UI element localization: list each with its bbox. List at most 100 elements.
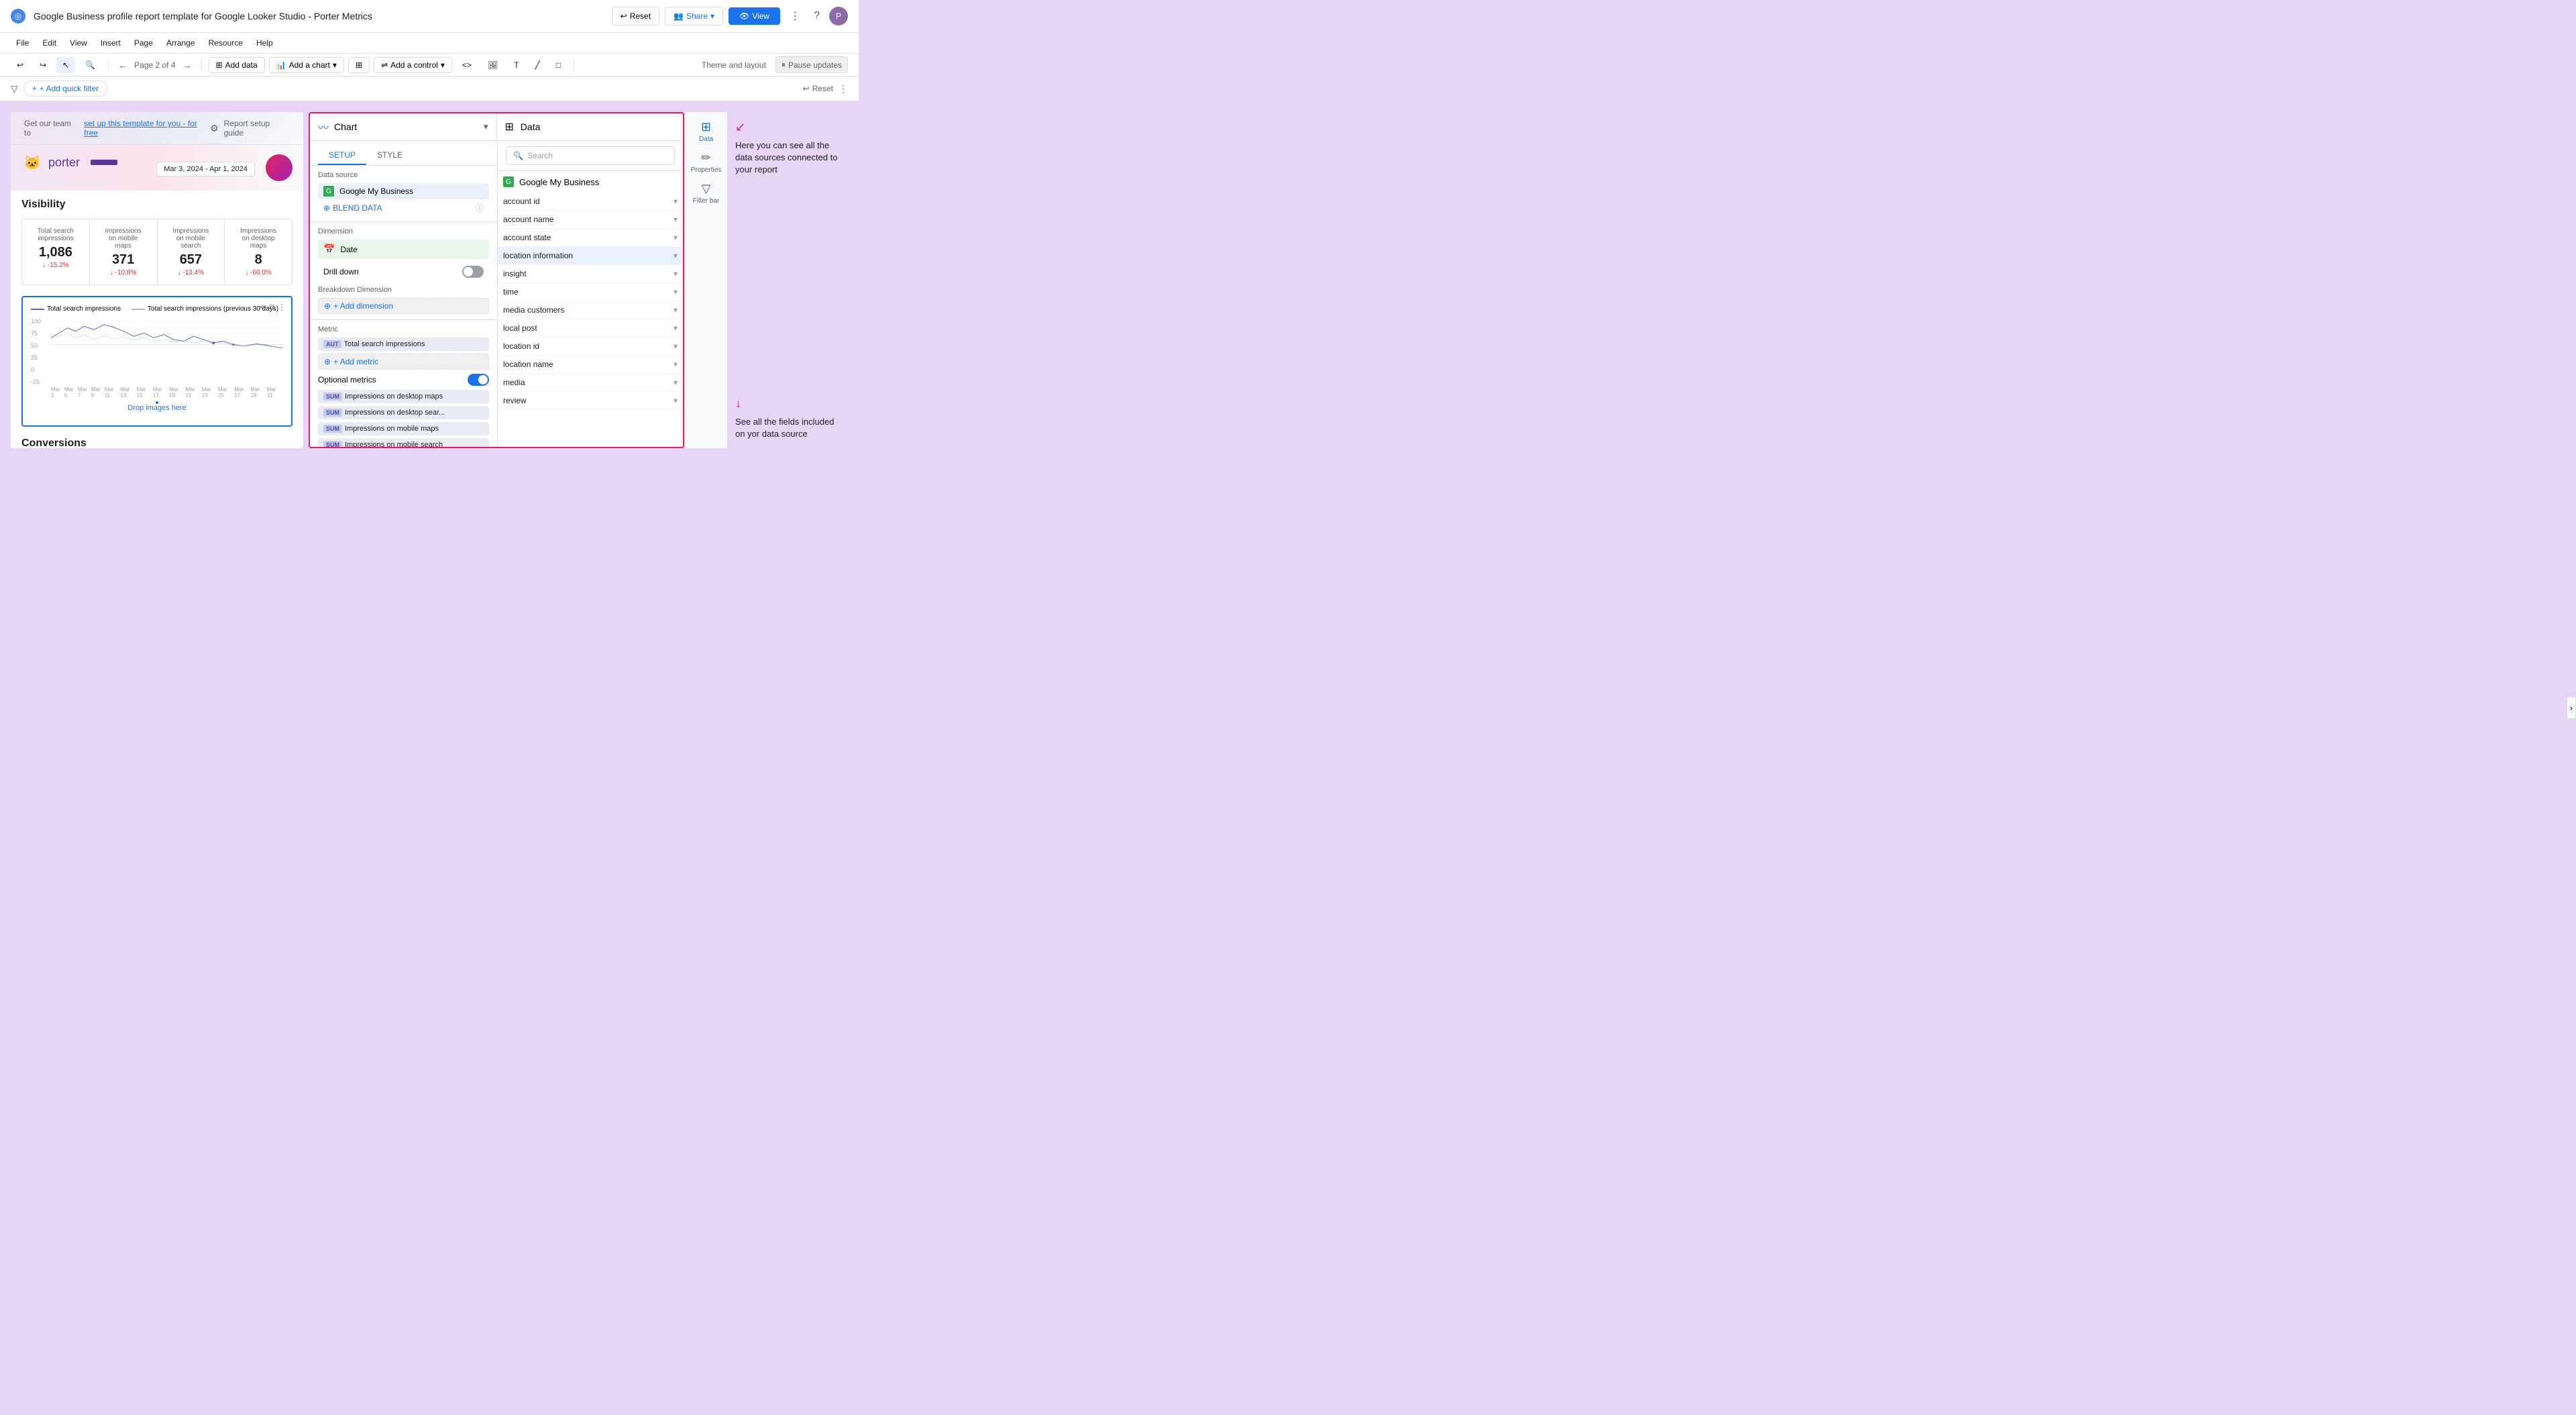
undo-button[interactable]: ↩: [11, 57, 30, 73]
field-local-post[interactable]: local post ▾: [498, 319, 683, 337]
field-media-customers[interactable]: media customers ▾: [498, 301, 683, 319]
add-filter-button[interactable]: + + Add quick filter: [23, 81, 107, 97]
add-metric-button-1[interactable]: ⊕ + Add metric: [318, 354, 489, 370]
menu-arrange[interactable]: Arrange: [161, 36, 201, 50]
metric-tag-1[interactable]: SUM Impressions on desktop maps: [318, 390, 489, 403]
menu-edit[interactable]: Edit: [37, 36, 62, 50]
metric-tag-sum-3: SUM: [323, 425, 342, 433]
tab-style[interactable]: STYLE: [366, 146, 413, 165]
blend-data-button[interactable]: ⊕ BLEND DATA ⓘ: [318, 199, 489, 216]
setup-link[interactable]: set up this template for you - for free: [84, 119, 210, 138]
side-filter-button[interactable]: ▽ Filter bar: [690, 179, 722, 207]
metric-tag-2[interactable]: SUM Impressions on desktop sear...: [318, 406, 489, 419]
metric-tag-4[interactable]: SUM Impressions on mobile search: [318, 438, 489, 448]
setup-guide-text[interactable]: Report setup guide: [224, 119, 290, 138]
menu-page[interactable]: Page: [129, 36, 158, 50]
field-account-name[interactable]: account name ▾: [498, 211, 683, 229]
metric-change-1: ↓ -10.8%: [101, 269, 146, 276]
add-dimension-button[interactable]: ⊕ + Add dimension: [318, 298, 489, 314]
chart-edit-icon[interactable]: ✏: [260, 303, 266, 313]
metric-tag-3[interactable]: SUM Impressions on mobile maps: [318, 422, 489, 435]
title-actions: ↩ Reset 👥 Share ▾ 👁 View ⋮ ? P: [612, 5, 848, 27]
pause-updates-button[interactable]: ⏸ Pause updates: [775, 56, 848, 73]
cursor-button[interactable]: ↖: [56, 57, 75, 73]
menu-insert[interactable]: Insert: [95, 36, 126, 50]
y-label-1: 75: [31, 330, 48, 337]
field-location-id[interactable]: location id ▾: [498, 337, 683, 356]
filter-reset-button[interactable]: ↩ Reset: [803, 84, 833, 93]
toolbar: ↩ ↪ ↖ 🔍 ← Page 2 of 4 → ⊞ Add data 📊 Add…: [0, 54, 859, 76]
x-label-9: Mar 21: [185, 386, 201, 399]
data-search-box[interactable]: 🔍 Search: [506, 146, 675, 165]
date-range-selector[interactable]: Mar 3, 2024 - Apr 1, 2024: [156, 163, 255, 173]
chart-copy-icon[interactable]: ⧉: [269, 303, 275, 313]
chart-x-labels: Mar 3 Mar 5 Mar 7 Mar 9 Mar 11 Mar 13 Ma…: [51, 386, 283, 399]
blend-info-icon[interactable]: ⓘ: [476, 202, 484, 213]
reset-button[interactable]: ↩ Reset: [612, 7, 659, 25]
dimension-date[interactable]: 📅 Date: [318, 240, 489, 259]
visibility-metrics: Total search impressions 1,086 ↓ -15.2% …: [21, 219, 292, 285]
field-review[interactable]: review ▾: [498, 392, 683, 410]
chart-dropdown-icon: ▾: [333, 60, 337, 70]
filter-bar: ▽ + + Add quick filter ↩ Reset ⋮: [0, 76, 859, 101]
add-chart-button[interactable]: 📊 Add a chart ▾: [269, 57, 344, 73]
optional-metrics-toggle-switch[interactable]: [468, 374, 489, 386]
theme-layout-button[interactable]: Theme and layout: [696, 58, 771, 72]
image-button[interactable]: 🖼: [482, 57, 504, 73]
side-properties-button[interactable]: ✏ Properties: [688, 148, 724, 176]
add-grid-button[interactable]: ⊞: [348, 57, 370, 73]
share-button[interactable]: 👥 Share ▾: [665, 7, 723, 25]
field-location-info[interactable]: location information ▾: [498, 247, 683, 265]
chart-dropdown-arrow[interactable]: ▾: [484, 121, 488, 132]
field-account-id[interactable]: account id ▾: [498, 193, 683, 211]
line-button[interactable]: ╱: [529, 57, 545, 73]
field-insight[interactable]: insight ▾: [498, 265, 683, 283]
metric-value-1: 371: [101, 252, 146, 268]
conversions-section: Conversions Website clicks 3 ↓ -50.0% Ph…: [21, 437, 292, 448]
metric-tag-name-3: Impressions on mobile maps: [345, 425, 484, 433]
bottom-arrow-indicator: ↓: [735, 397, 840, 411]
drill-down-toggle[interactable]: [462, 266, 484, 278]
view-button[interactable]: 👁 View: [729, 7, 780, 25]
field-media[interactable]: media ▾: [498, 374, 683, 392]
help-button[interactable]: ?: [810, 6, 824, 26]
x-label-6: Mar 15: [137, 386, 153, 399]
filter-more-button[interactable]: ⋮: [839, 83, 848, 95]
page-next-button[interactable]: →: [180, 58, 195, 72]
report-guide: ⚙ Report setup guide: [210, 119, 290, 138]
chart-more-icon[interactable]: ⋮: [278, 303, 286, 313]
add-data-button[interactable]: ⊞ Add data: [209, 57, 265, 73]
field-time[interactable]: time ▾: [498, 283, 683, 301]
more-options-button[interactable]: ⋮: [786, 5, 804, 27]
menu-resource[interactable]: Resource: [203, 36, 248, 50]
field-account-state[interactable]: account state ▾: [498, 229, 683, 247]
chart-header-right: ⊞ Data: [497, 113, 684, 140]
chart-resize-handle[interactable]: [154, 400, 160, 405]
toggle-knob: [464, 267, 473, 276]
menu-file[interactable]: File: [11, 36, 34, 50]
redo-button[interactable]: ↪: [34, 57, 52, 73]
field-chevron-0: ▾: [674, 197, 678, 206]
zoom-button[interactable]: 🔍: [79, 57, 101, 73]
page-prev-button[interactable]: ←: [115, 58, 130, 72]
menu-help[interactable]: Help: [251, 36, 278, 50]
side-icon-panel: ⊞ Data ✏ Properties ▽ Filter bar: [684, 112, 727, 448]
field-name-time: time: [503, 287, 519, 297]
add-chart-icon: 📊: [276, 60, 286, 70]
shape-button[interactable]: □: [550, 57, 567, 73]
data-source-gmb[interactable]: G Google My Business: [318, 183, 489, 199]
add-dim-icon: ⊕: [324, 301, 331, 311]
date-range-text[interactable]: Mar 3, 2024 - Apr 1, 2024: [156, 162, 255, 176]
field-location-name[interactable]: location name ▾: [498, 356, 683, 374]
tab-setup[interactable]: SETUP: [318, 146, 366, 165]
setup-style-tabs: SETUP STYLE: [310, 141, 497, 166]
menu-view[interactable]: View: [64, 36, 93, 50]
metric-tag-0[interactable]: AUT Total search impressions: [318, 337, 489, 351]
text-button[interactable]: T: [508, 57, 525, 73]
code-button[interactable]: <>: [456, 57, 478, 73]
separator: [108, 60, 109, 70]
add-control-button[interactable]: ⇌ Add a control ▾: [374, 57, 452, 73]
side-data-button[interactable]: ⊞ Data: [696, 117, 716, 146]
data-panel-title: ⊞ Data: [505, 120, 541, 134]
x-label-5: Mar 13: [120, 386, 136, 399]
